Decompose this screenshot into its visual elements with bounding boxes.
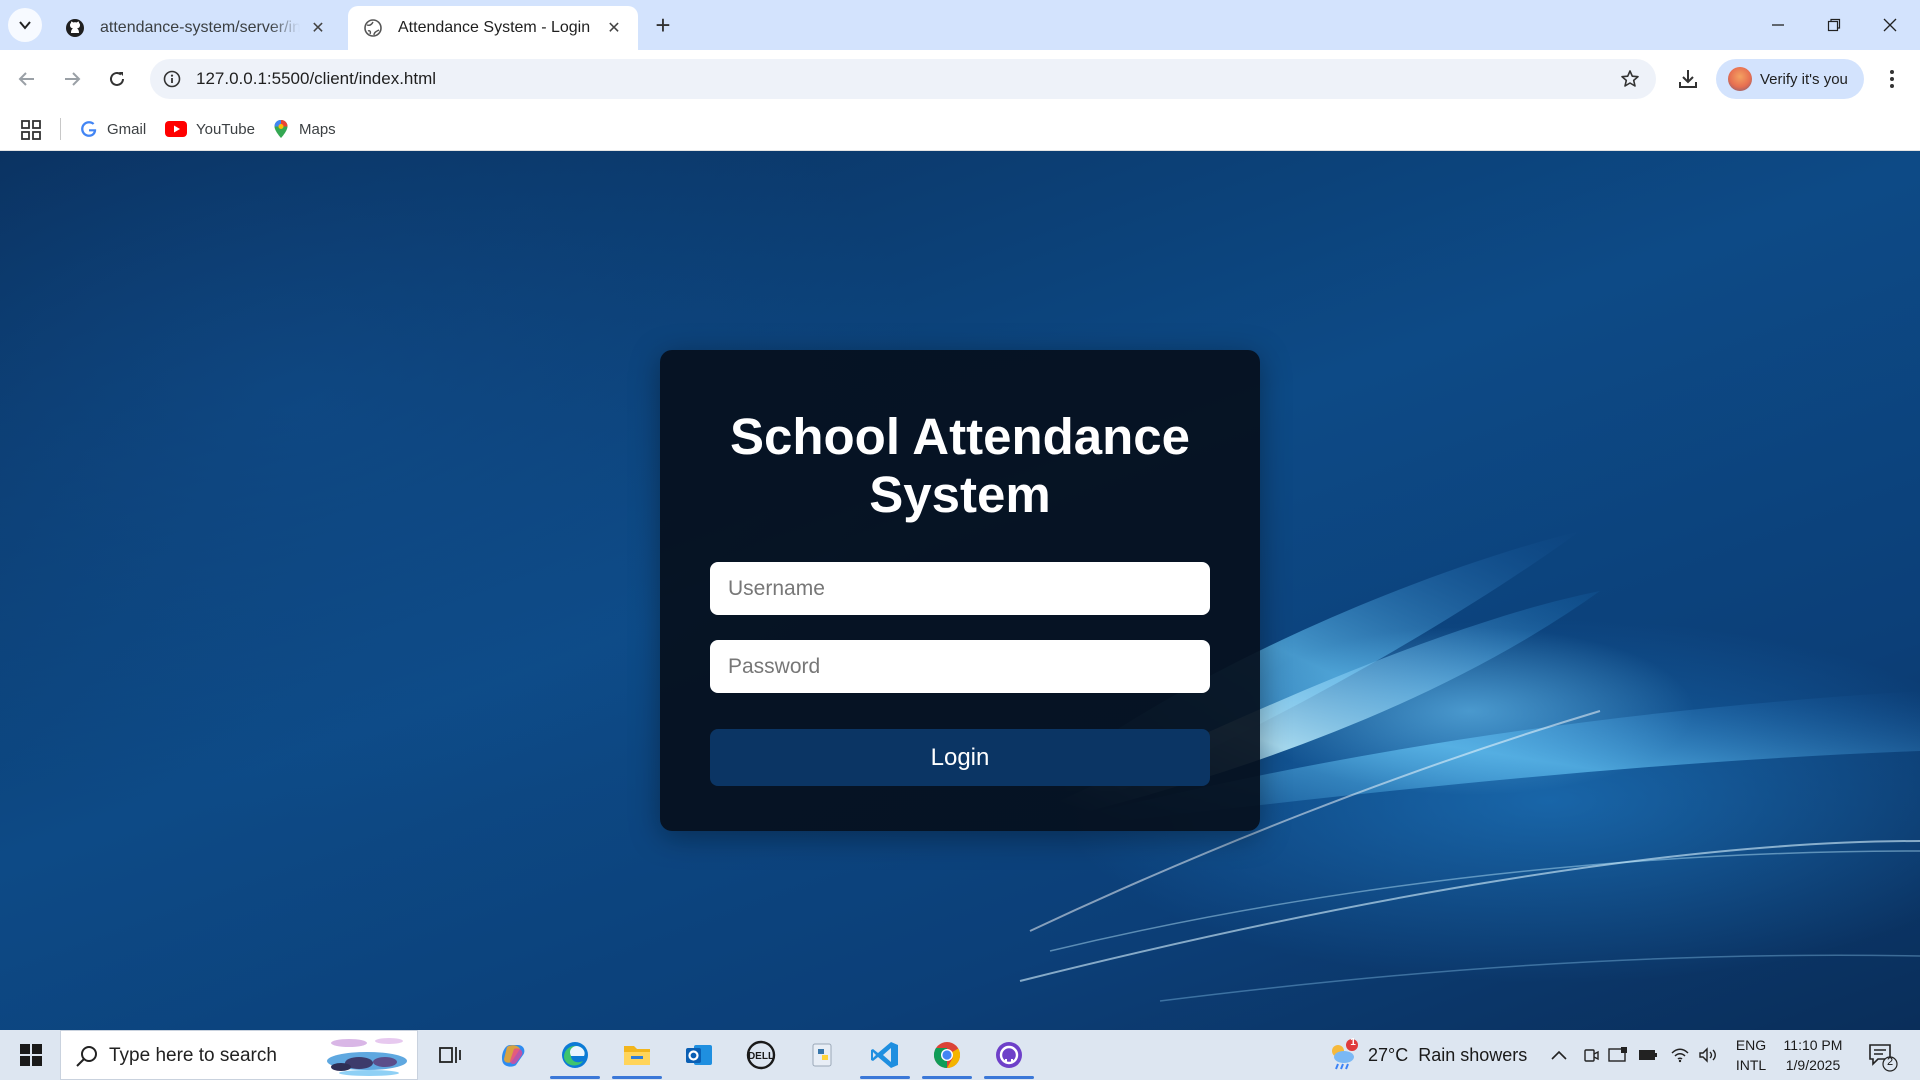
weather-desc: Rain showers xyxy=(1418,1044,1528,1065)
clock-time: 11:10 PM xyxy=(1783,1037,1843,1053)
bookmark-label: Maps xyxy=(299,120,336,138)
running-indicator xyxy=(550,1076,600,1079)
close-icon xyxy=(1883,18,1897,32)
search-highlight-image xyxy=(327,1038,407,1076)
restore-button[interactable] xyxy=(1806,0,1862,50)
clock-date: 1/9/2025 xyxy=(1785,1057,1841,1073)
lang-line-1: ENG xyxy=(1735,1037,1767,1053)
dell-icon[interactable]: DELL xyxy=(741,1035,781,1075)
start-button[interactable] xyxy=(8,1030,54,1080)
chevron-up-icon[interactable] xyxy=(1549,1045,1569,1065)
maps-pin-icon xyxy=(272,120,290,138)
battery-icon[interactable] xyxy=(1638,1045,1658,1065)
reload-icon xyxy=(110,71,124,86)
search-icon xyxy=(76,1046,97,1067)
bookmark-label: Gmail xyxy=(107,120,147,138)
bookmark-youtube[interactable]: YouTube xyxy=(165,116,255,142)
close-icon[interactable]: ✕ xyxy=(308,18,328,38)
bookmark-gmail[interactable]: Gmail xyxy=(80,116,146,142)
youtube-icon xyxy=(165,120,187,138)
file-explorer-icon[interactable] xyxy=(617,1035,657,1075)
weather-badge: 1 xyxy=(1350,1037,1356,1048)
task-view-icon[interactable] xyxy=(430,1035,470,1075)
running-indicator xyxy=(922,1076,972,1079)
download-icon xyxy=(1679,70,1697,88)
clock[interactable]: 11:10 PM 1/9/2025 xyxy=(1776,1035,1850,1075)
svg-text:DELL: DELL xyxy=(748,1051,774,1062)
tab-search-button[interactable] xyxy=(8,8,42,42)
browser-menu-button[interactable] xyxy=(1876,63,1908,95)
weather-temp: 27°C xyxy=(1368,1044,1409,1065)
profile-label: Verify it's you xyxy=(1760,70,1848,88)
taskbar-search[interactable]: Type here to search xyxy=(60,1030,418,1080)
language-indicator[interactable]: ENG INTL xyxy=(1733,1035,1769,1075)
site-info-icon[interactable] xyxy=(160,67,184,91)
bookmarks-divider xyxy=(60,118,61,140)
password-input[interactable] xyxy=(710,640,1210,693)
minimize-button[interactable] xyxy=(1750,0,1806,50)
bookmarks-bar: Gmail YouTube Maps xyxy=(0,108,1920,151)
running-indicator xyxy=(612,1076,662,1079)
tab-github[interactable]: attendance-system/server/index ✕ xyxy=(50,6,342,50)
address-url[interactable]: 127.0.0.1:5500/client/index.html xyxy=(196,69,436,89)
downloads-button[interactable] xyxy=(1672,63,1704,95)
tab-strip: attendance-system/server/index ✕ Attenda… xyxy=(0,0,1920,50)
username-input[interactable] xyxy=(710,562,1210,615)
browser-toolbar: 127.0.0.1:5500/client/index.html Verify … xyxy=(0,50,1920,108)
more-vertical-icon xyxy=(1890,70,1894,88)
arrow-right-icon xyxy=(65,72,81,86)
wifi-icon[interactable] xyxy=(1670,1045,1690,1065)
back-button[interactable] xyxy=(10,62,44,96)
restore-icon xyxy=(1827,18,1841,32)
lang-line-2: INTL xyxy=(1735,1057,1767,1073)
tab-title: Attendance System - Login xyxy=(398,19,591,36)
bookmark-star-icon[interactable] xyxy=(1618,67,1642,91)
volume-icon[interactable] xyxy=(1698,1045,1718,1065)
running-indicator xyxy=(860,1076,910,1079)
notification-count: 2 xyxy=(1886,1056,1894,1068)
security-icon[interactable] xyxy=(1608,1045,1628,1065)
login-card: School Attendance System Login xyxy=(660,350,1260,831)
login-button[interactable]: Login xyxy=(710,729,1210,786)
avatar xyxy=(1728,67,1752,91)
chrome-icon[interactable] xyxy=(927,1035,967,1075)
github-icon xyxy=(64,17,86,39)
minimize-icon xyxy=(1772,24,1784,26)
weather-rain-icon: 1 xyxy=(1326,1037,1358,1071)
profile-verify-button[interactable]: Verify it's you xyxy=(1716,59,1864,99)
page-title: School Attendance System xyxy=(730,408,1190,523)
weather-widget[interactable]: 1 27°C Rain showers xyxy=(1326,1030,1527,1080)
apps-grid-icon[interactable] xyxy=(20,119,42,141)
reload-button[interactable] xyxy=(100,62,134,96)
github-desktop-icon[interactable] xyxy=(989,1035,1029,1075)
edge-icon[interactable] xyxy=(555,1035,595,1075)
taskbar: Type here to search DELL 1 27°C Rain sho… xyxy=(0,1030,1920,1080)
forward-button[interactable] xyxy=(55,62,89,96)
copilot-icon[interactable] xyxy=(493,1035,533,1075)
globe-icon xyxy=(362,17,384,39)
address-bar[interactable]: 127.0.0.1:5500/client/index.html xyxy=(150,59,1656,99)
google-icon xyxy=(80,120,98,138)
close-icon[interactable]: ✕ xyxy=(604,18,624,38)
python-icon[interactable] xyxy=(803,1035,843,1075)
windows-icon xyxy=(20,1044,42,1066)
meet-now-icon[interactable] xyxy=(1581,1045,1601,1065)
arrow-left-icon xyxy=(18,72,34,86)
running-indicator xyxy=(984,1076,1034,1079)
chevron-down-icon xyxy=(19,21,31,30)
tab-title: attendance-system/server/index xyxy=(100,19,300,36)
new-tab-button[interactable]: + xyxy=(650,10,676,40)
search-placeholder: Type here to search xyxy=(109,1045,277,1066)
close-window-button[interactable] xyxy=(1862,0,1918,50)
notifications-button[interactable]: 2 xyxy=(1866,1040,1898,1072)
page-viewport: School Attendance System Login xyxy=(0,151,1920,1030)
bookmark-maps[interactable]: Maps xyxy=(272,116,336,142)
outlook-icon[interactable] xyxy=(679,1035,719,1075)
vscode-icon[interactable] xyxy=(865,1035,905,1075)
tab-attendance-login[interactable]: Attendance System - Login ✕ xyxy=(348,6,638,50)
bookmark-label: YouTube xyxy=(196,120,255,138)
